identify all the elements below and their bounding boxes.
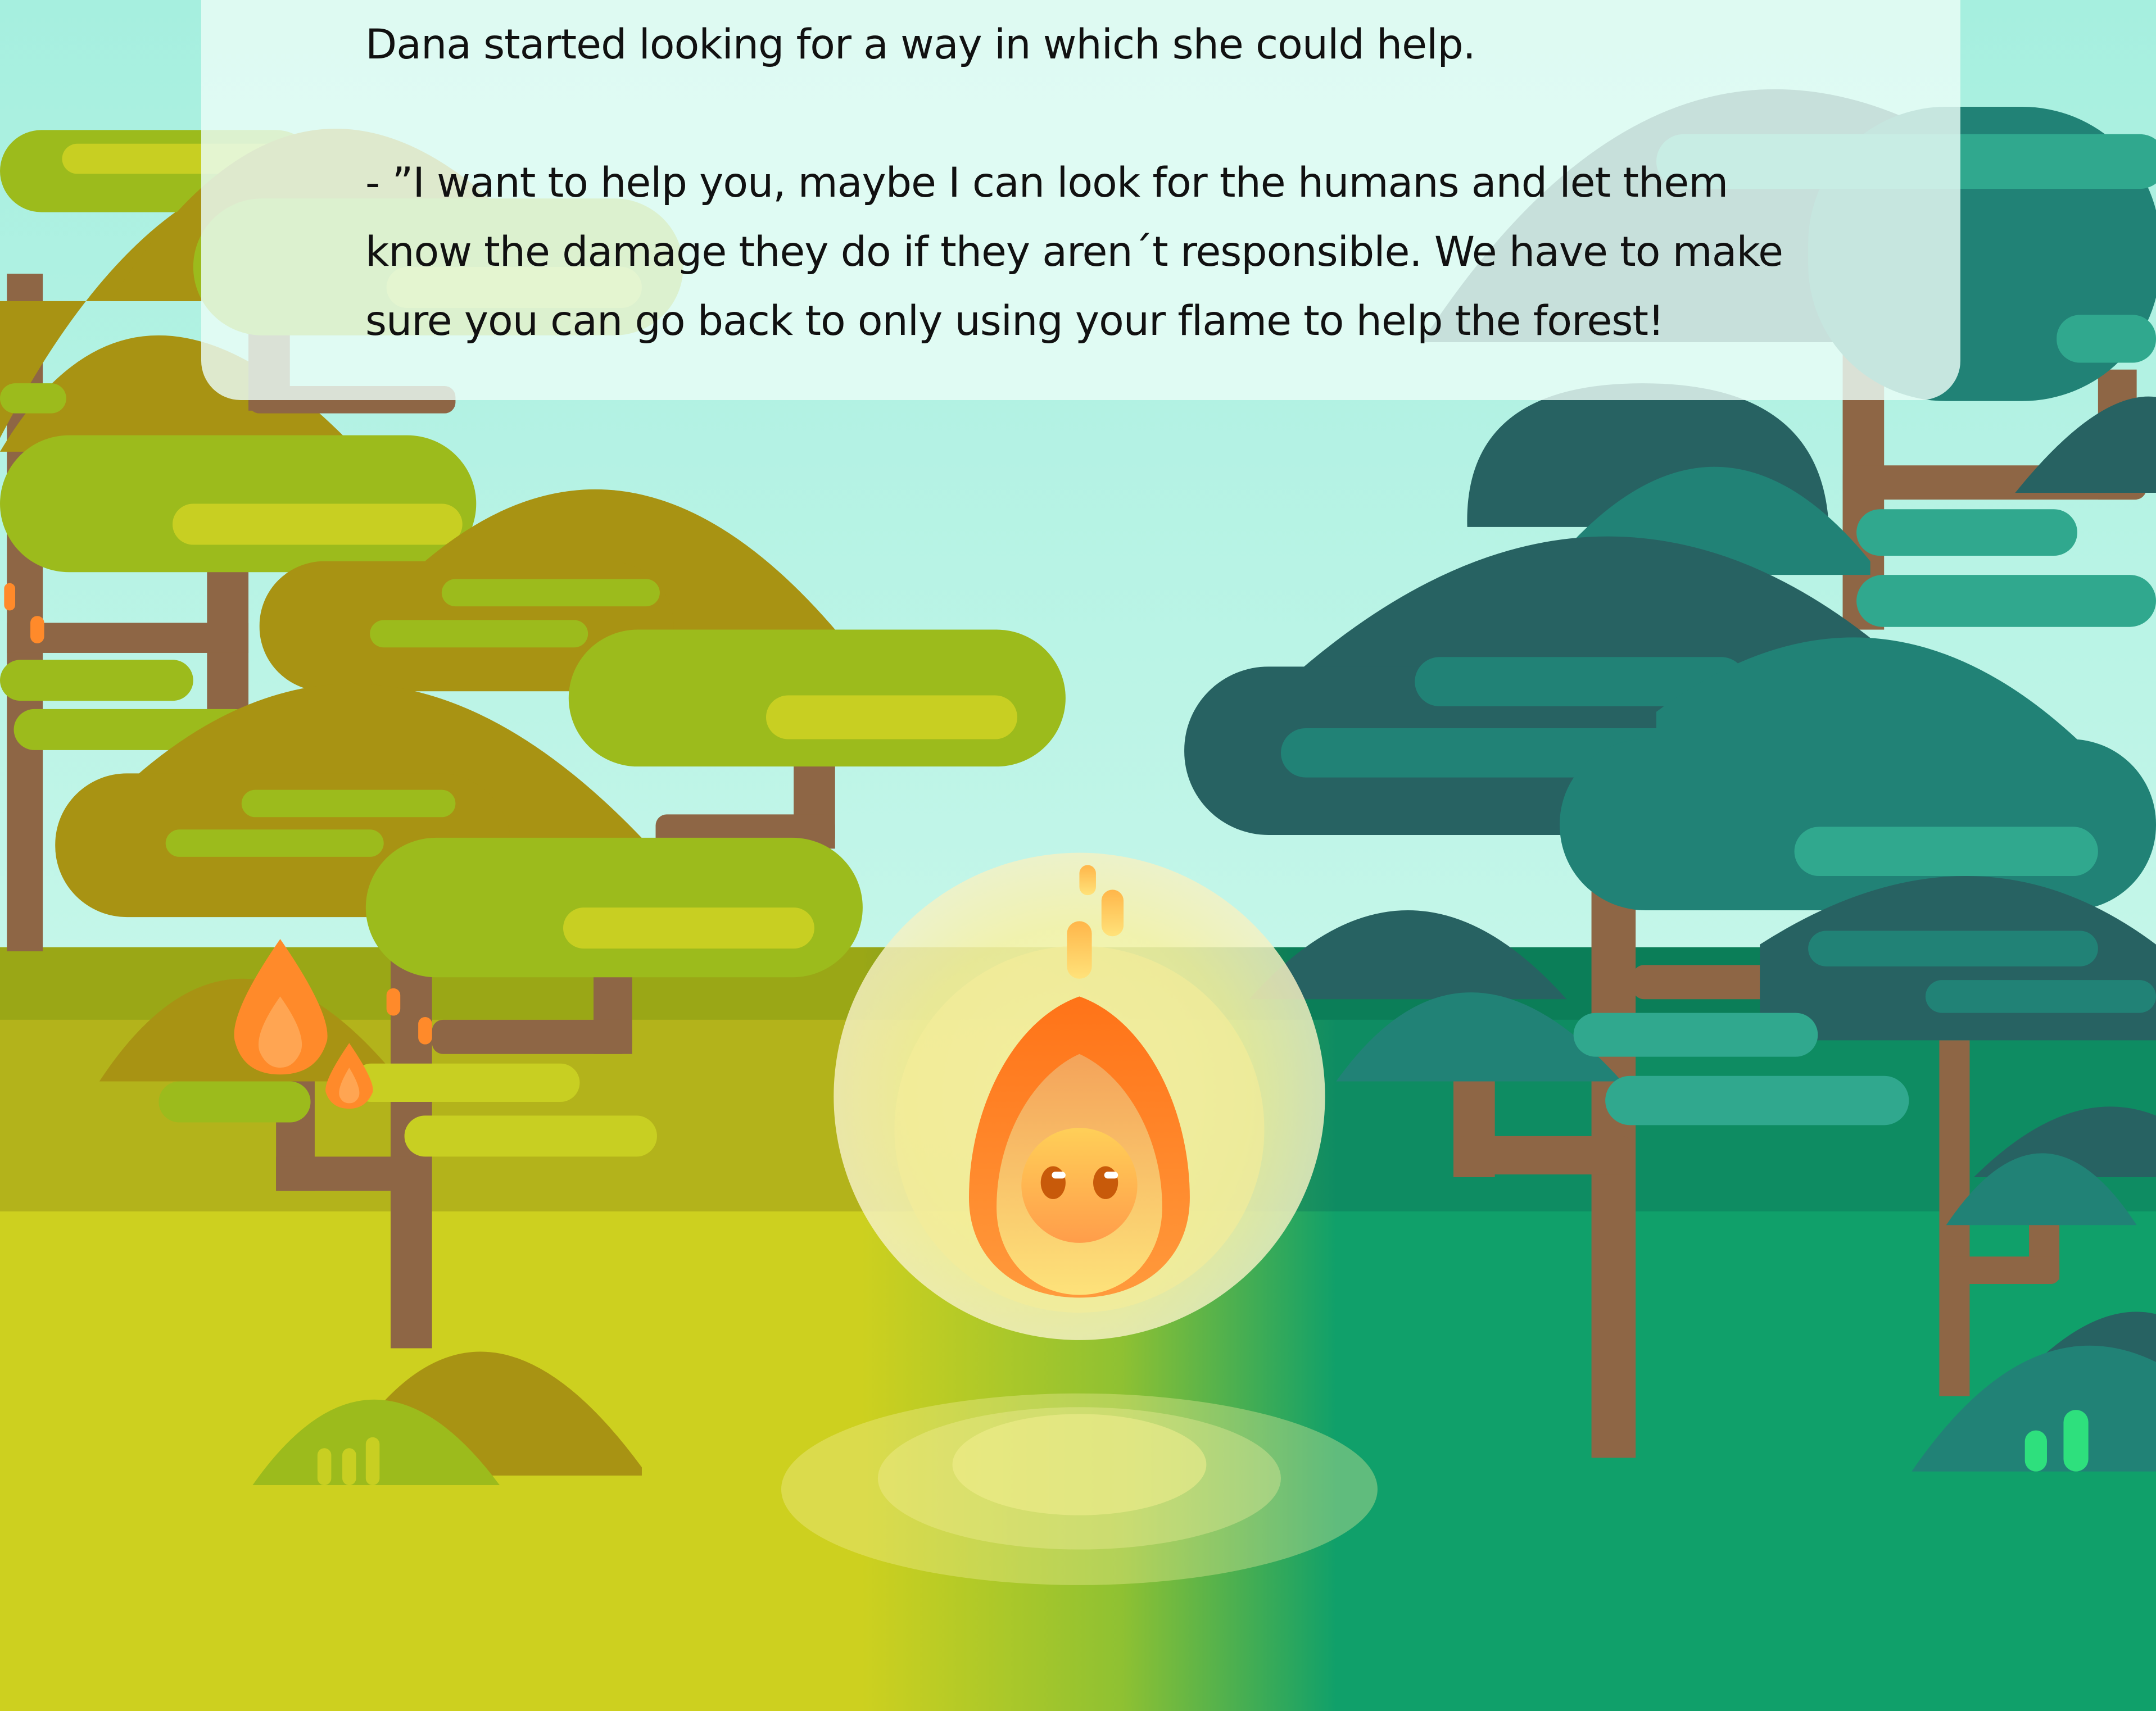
spark (1067, 921, 1092, 979)
right-eye (1093, 1166, 1118, 1199)
narration-text: Dana started looking for a way in which … (365, 21, 1476, 69)
flame-face (1021, 1128, 1138, 1243)
left-eye (1040, 1166, 1066, 1199)
dialogue-line-1: - ”I want to help you, maybe I can look … (365, 159, 1728, 207)
story-text-panel: Dana started looking for a way in which … (201, 0, 1960, 400)
ripple-inner (952, 1414, 1207, 1515)
spark (1101, 889, 1124, 937)
dialogue-line-2: know the damage they do if they aren´t r… (365, 228, 1783, 276)
dialogue-line-3: sure you can go back to only using your … (365, 297, 1664, 345)
spark (1079, 865, 1096, 896)
